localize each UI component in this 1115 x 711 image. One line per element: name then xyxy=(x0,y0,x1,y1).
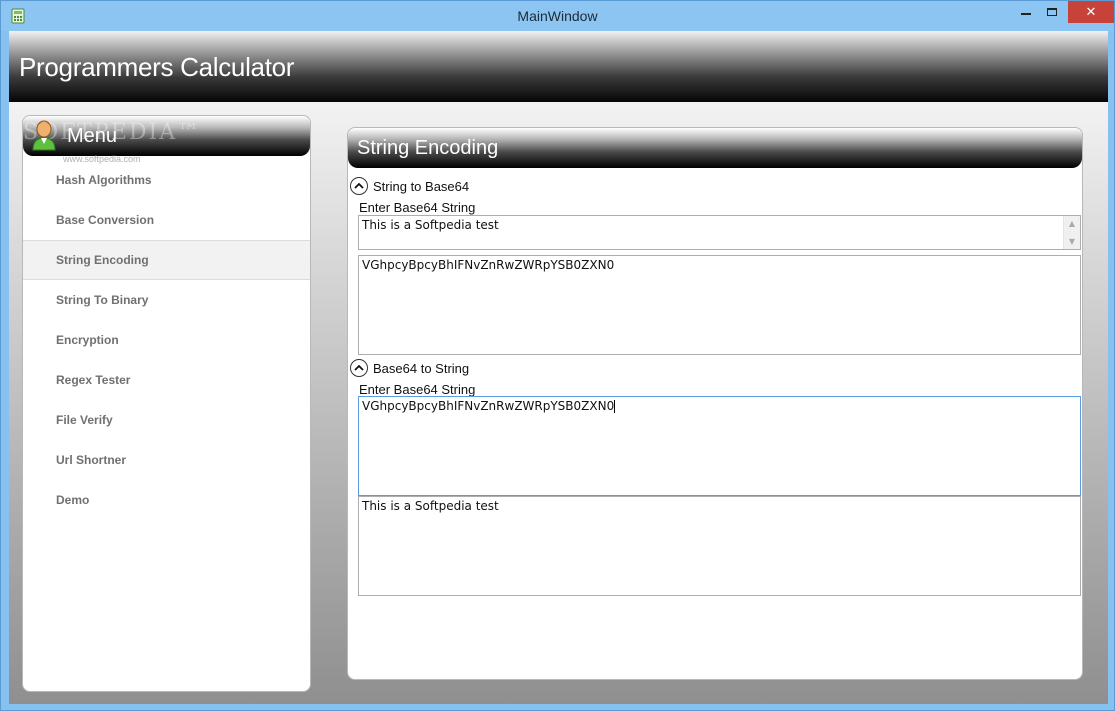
menu-item-regex-tester[interactable]: Regex Tester xyxy=(23,360,310,400)
base64-output-field[interactable]: VGhpcyBpcyBhIFNvZnRwZWRpYSB0ZXN0 xyxy=(358,255,1081,355)
menu-item-demo[interactable]: Demo xyxy=(23,480,310,520)
expander-label: String to Base64 xyxy=(373,178,470,194)
chevron-up-icon xyxy=(350,177,368,195)
menu-item-hash-algorithms[interactable]: Hash Algorithms xyxy=(23,160,310,200)
base64-input-value: VGhpcyBpcyBhIFNvZnRwZWRpYSB0ZXN0 xyxy=(362,399,615,413)
input-label: Enter Base64 String xyxy=(359,200,476,215)
base64-input-field[interactable]: VGhpcyBpcyBhIFNvZnRwZWRpYSB0ZXN0 xyxy=(358,396,1081,496)
menu-panel: SOFTPEDIA™ Menu www.softpedia.com Hash A… xyxy=(22,115,311,692)
string-output-value: This is a Softpedia test xyxy=(362,499,499,513)
base64-output-value: VGhpcyBpcyBhIFNvZnRwZWRpYSB0ZXN0 xyxy=(362,258,615,272)
minimize-icon xyxy=(1021,13,1031,15)
scroll-up-icon[interactable]: ▲ xyxy=(1067,219,1077,228)
app-title: Programmers Calculator xyxy=(19,52,295,82)
user-icon xyxy=(32,120,56,151)
menu-item-url-shortner[interactable]: Url Shortner xyxy=(23,440,310,480)
string-output-field[interactable]: This is a Softpedia test xyxy=(358,496,1081,596)
menu-header: SOFTPEDIA™ Menu xyxy=(23,116,310,156)
menu-item-string-to-binary[interactable]: String To Binary xyxy=(23,280,310,320)
maximize-button[interactable] xyxy=(1039,1,1065,23)
content-panel: String Encoding String to Base64 Enter B… xyxy=(347,127,1083,680)
string-input-field[interactable]: This is a Softpedia test ▲ ▼ xyxy=(358,215,1081,250)
expander-base64-to-string[interactable]: Base64 to String xyxy=(350,359,469,377)
client-area: Programmers Calculator SOFTPEDIA™ Menu w… xyxy=(9,31,1108,704)
text-caret xyxy=(614,400,616,413)
app-header: Programmers Calculator xyxy=(9,31,1108,102)
close-icon: ✕ xyxy=(1085,4,1097,19)
string-input-value: This is a Softpedia test xyxy=(362,218,499,232)
content-title: String Encoding xyxy=(357,137,499,159)
menu-item-string-encoding[interactable]: String Encoding xyxy=(23,240,310,280)
title-bar[interactable]: MainWindow ✕ xyxy=(1,1,1114,31)
input-scrollbar[interactable]: ▲ ▼ xyxy=(1063,216,1080,249)
menu-list: Hash Algorithms Base Conversion String E… xyxy=(23,160,310,520)
content-header: String Encoding xyxy=(348,128,1082,168)
expander-label: Base64 to String xyxy=(373,360,470,376)
input-label: Enter Base64 String xyxy=(359,382,476,397)
close-button[interactable]: ✕ xyxy=(1068,1,1114,23)
scroll-down-icon[interactable]: ▼ xyxy=(1067,237,1077,246)
menu-item-base-conversion[interactable]: Base Conversion xyxy=(23,200,310,240)
main-window: MainWindow ✕ Programmers Calculator SOFT… xyxy=(0,0,1115,711)
menu-item-file-verify[interactable]: File Verify xyxy=(23,400,310,440)
menu-item-encryption[interactable]: Encryption xyxy=(23,320,310,360)
maximize-icon xyxy=(1047,8,1057,16)
menu-title: Menu xyxy=(67,125,118,147)
window-title: MainWindow xyxy=(517,8,598,24)
minimize-button[interactable] xyxy=(1013,1,1039,23)
expander-string-to-base64[interactable]: String to Base64 xyxy=(350,177,469,195)
chevron-up-icon xyxy=(350,359,368,377)
